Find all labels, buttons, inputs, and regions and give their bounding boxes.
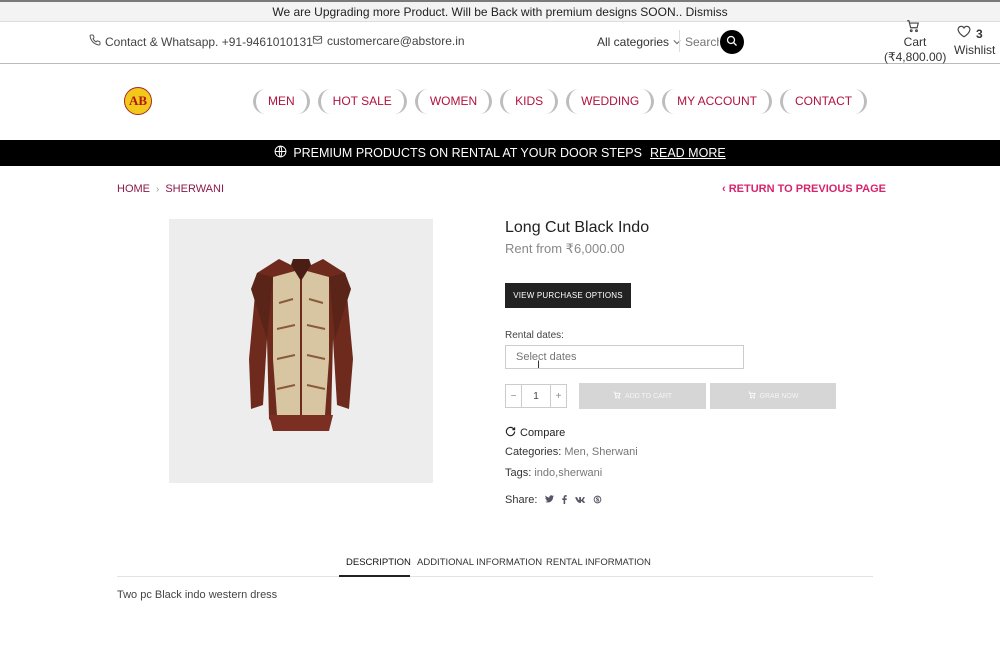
rental-dates-label: Rental dates: [505,330,564,341]
quantity-value[interactable]: 1 [521,385,551,407]
top-bar: Contact & Whatsapp. +91-9461010131 custo… [0,19,1000,64]
logo-text: AB [128,93,148,108]
cart-icon [906,19,920,36]
nav-item-hot-sale[interactable]: HOT SALE [317,89,407,114]
share-label: Share: [505,494,538,506]
view-purchase-options-button[interactable]: VIEW PURCHASE OPTIONS [505,283,631,308]
categories-label: Categories: [505,446,562,458]
compare-button[interactable]: Compare [505,426,565,440]
heart-icon [957,25,971,41]
wishlist-count: 3 [976,27,983,41]
promo-text: PREMIUM PRODUCTS ON RENTAL AT YOUR DOOR … [293,146,642,160]
globe-icon [274,145,287,161]
contact-info[interactable]: Contact & Whatsapp. +91-9461010131 [89,34,313,49]
compare-label: Compare [520,427,566,439]
nav-item-wedding[interactable]: WEDDING [566,89,655,114]
category-select-label: All categories [597,35,670,49]
divider [679,30,680,52]
add-to-cart-button[interactable]: ADD TO CART [579,383,706,409]
active-tab-indicator [339,575,410,577]
search-input[interactable] [685,32,719,52]
vk-icon[interactable] [575,495,586,505]
tab-description[interactable]: DESCRIPTION [346,557,411,568]
breadcrumb-home[interactable]: HOME [117,183,150,195]
wishlist-button[interactable]: 3 Wishlist [953,22,997,64]
chevron-left-icon: ‹ [722,183,729,195]
nav-item-my-account[interactable]: MY ACCOUNT [662,89,772,114]
product-categories: Categories: Men, Sherwani [505,446,638,458]
twitter-icon[interactable] [545,495,555,505]
text-cursor-icon: I [537,359,541,371]
tags-label: Tags: [505,467,532,479]
chevron-right-icon: › [156,183,160,195]
return-to-previous-link[interactable]: ‹ RETURN TO PREVIOUS PAGE [722,183,886,195]
category-link-men[interactable]: Men [564,446,585,458]
nav-item-kids[interactable]: KIDS [500,89,559,114]
breadcrumb-current[interactable]: SHERWANI [165,183,224,195]
add-to-cart-label: ADD TO CART [624,392,673,400]
wishlist-label: Wishlist [954,43,996,57]
cart-label: Cart [903,35,927,49]
notice-text[interactable]: We are Upgrading more Product. Will be B… [272,5,727,19]
grab-now-label: GRAB NOW [759,392,799,400]
contact-text: Contact & Whatsapp. +91-9461010131 [105,34,313,49]
site-logo[interactable]: AB [124,87,152,115]
tab-rental-information[interactable]: RENTAL INFORMATION [546,557,651,568]
rental-dates-input[interactable] [505,345,744,369]
product-image[interactable] [169,219,433,483]
product-title: Long Cut Black Indo [505,219,650,236]
tab-additional-information[interactable]: ADDITIONAL INFORMATION [417,557,542,568]
category-select[interactable]: All categories [597,35,681,49]
grab-now-button[interactable]: GRAB NOW [710,383,836,409]
main-nav: MEN HOT SALE WOMEN KIDS WEDDING MY ACCOU… [253,89,868,114]
phone-icon [89,34,101,49]
quantity-stepper[interactable]: − 1 + [505,384,567,408]
category-link-sherwani[interactable]: Sherwani [592,446,638,458]
breadcrumb: HOME › SHERWANI [117,183,224,195]
description-text: Two pc Black indo western dress [117,589,278,601]
cart-icon [748,391,756,401]
product-price: Rent from ₹6,000.00 [505,241,625,256]
search-button[interactable] [720,30,744,54]
cart-button[interactable]: Cart (₹4,800.00) [884,19,947,64]
tags-links[interactable]: indo,sherwani [534,467,602,479]
return-link-label: RETURN TO PREVIOUS PAGE [728,183,887,195]
decrement-button[interactable]: − [506,385,521,407]
nav-item-contact[interactable]: CONTACT [779,89,868,114]
email-info[interactable]: customercare@abstore.in [312,34,465,48]
increment-button[interactable]: + [551,385,566,407]
product-tabs: DESCRIPTION ADDITIONAL INFORMATION RENTA… [117,556,873,577]
sherwani-illustration [249,259,353,431]
notice-bar: We are Upgrading more Product. Will be B… [0,0,1000,22]
email-icon [312,34,323,48]
nav-item-men[interactable]: MEN [253,89,310,114]
search-icon [726,35,738,50]
cart-total: (₹4,800.00) [884,50,947,64]
skype-icon[interactable] [593,495,602,506]
read-more-link[interactable]: READ MORE [650,146,726,160]
facebook-icon[interactable] [562,494,568,506]
share-row: Share: [505,494,602,506]
cart-icon [613,391,621,401]
nav-item-women[interactable]: WOMEN [414,89,493,114]
refresh-icon [505,426,516,440]
email-text: customercare@abstore.in [327,34,465,48]
promo-bar: PREMIUM PRODUCTS ON RENTAL AT YOUR DOOR … [0,140,1000,166]
product-tags: Tags: indo,sherwani [505,467,602,479]
